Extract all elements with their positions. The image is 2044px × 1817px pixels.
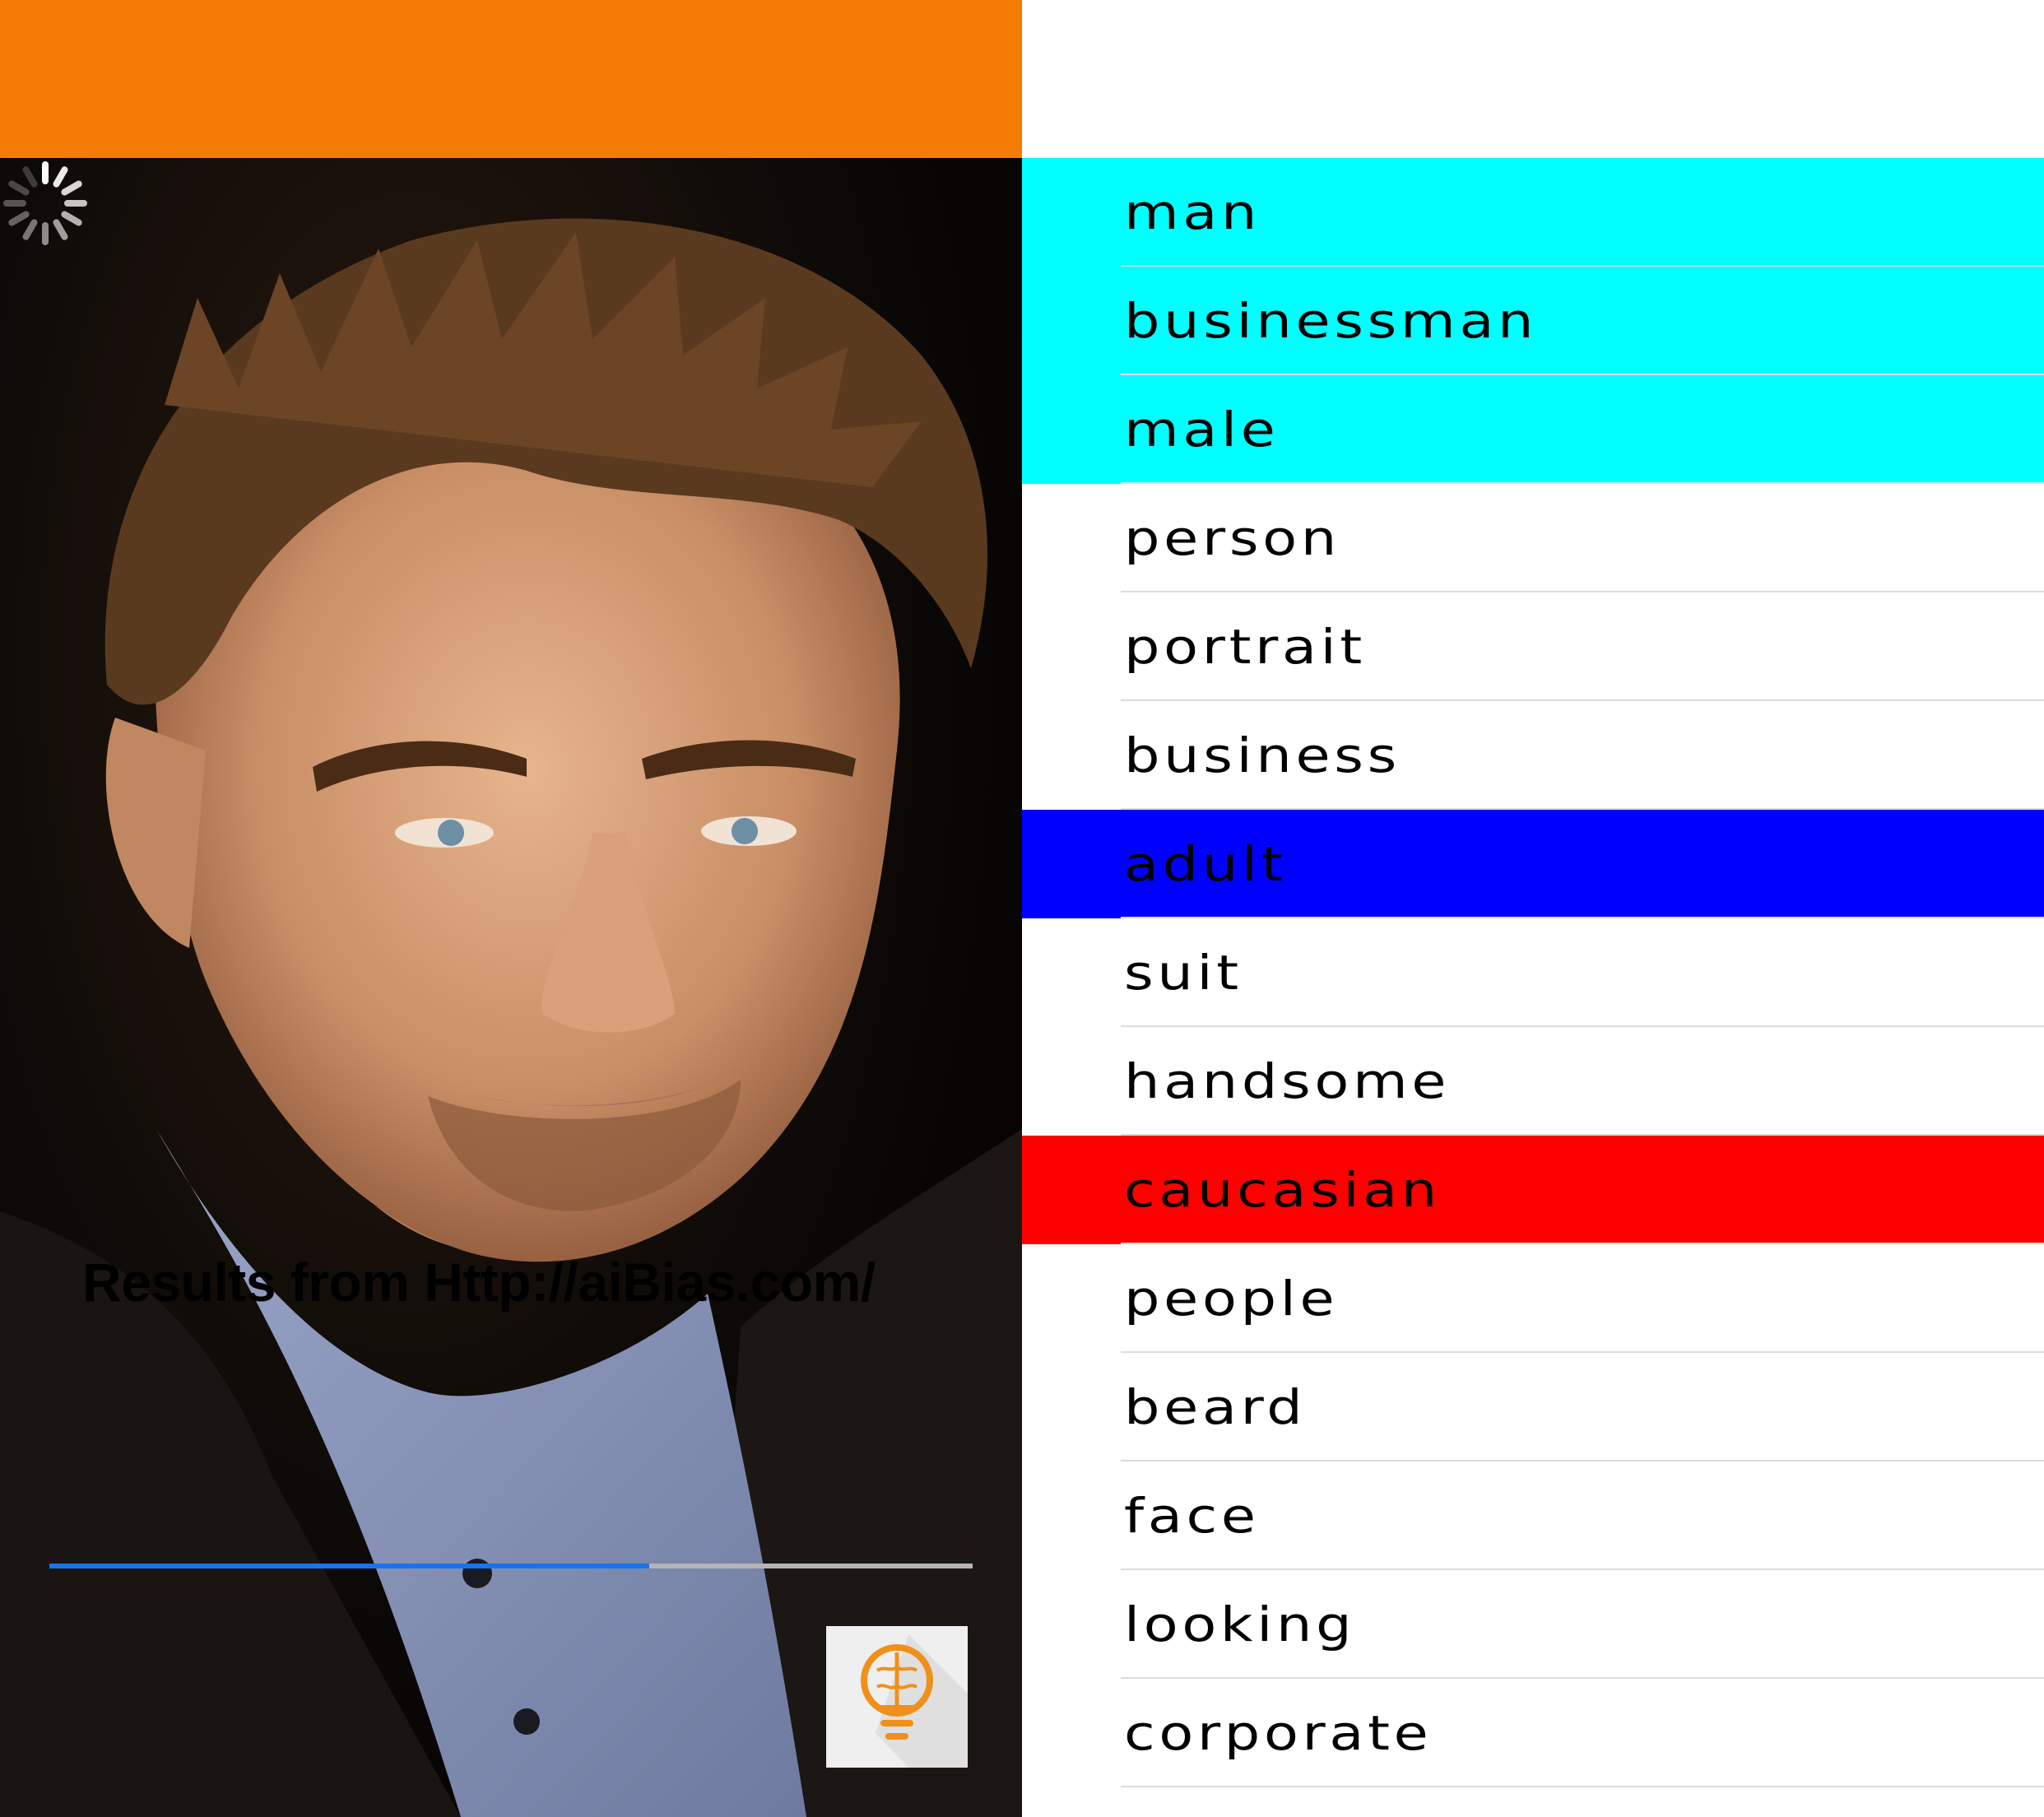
tag-label: portrait [1124,619,1366,675]
tag-row[interactable]: business [1022,701,2044,810]
tag-label: looking [1124,1596,1356,1652]
tag-label: beard [1124,1379,1307,1435]
image-panel: Results from Http://aiBias.com/ [0,0,1022,1817]
header-bar [0,0,1022,158]
tag-label: businessman [1124,293,1538,349]
tag-row[interactable]: male [1022,375,2044,484]
tag-list: man businessman male person portrait business… [1022,158,2044,1787]
tag-row[interactable]: face [1022,1462,2044,1570]
tag-label: adult [1124,836,1288,892]
tag-row[interactable]: portrait [1022,592,2044,701]
tag-label: man [1124,184,1261,240]
tag-row[interactable]: people [1022,1244,2044,1353]
progress-fill [49,1564,650,1568]
tag-row[interactable]: suit [1022,918,2044,1027]
tag-label: handsome [1124,1053,1451,1109]
tag-label: caucasian [1124,1162,1441,1218]
tag-label: people [1124,1271,1339,1327]
brain-lightbulb-icon [861,1634,968,1768]
tag-label: corporate [1124,1705,1433,1761]
tag-label: male [1124,402,1280,458]
app-logo-button[interactable] [826,1626,968,1768]
tag-row[interactable]: caucasian [1022,1136,2044,1244]
tag-row[interactable]: man [1022,158,2044,267]
results-watermark: Results from Http://aiBias.com/ [82,1252,876,1313]
tag-label: face [1124,1488,1260,1544]
tag-row[interactable]: handsome [1022,1027,2044,1136]
tag-panel: man businessman male person portrait business… [1022,0,2044,1817]
spinner-icon [3,161,87,245]
tag-row[interactable]: businessman [1022,267,2044,375]
tag-label: business [1124,727,1401,783]
tag-row[interactable]: looking [1022,1570,2044,1679]
tag-row[interactable]: adult [1022,810,2044,918]
progress-bar [49,1564,973,1568]
tag-label: person [1124,510,1340,566]
tag-row[interactable]: person [1022,484,2044,592]
tag-label: suit [1124,945,1243,1001]
tag-row[interactable]: beard [1022,1353,2044,1462]
tag-row[interactable]: corporate [1022,1679,2044,1787]
